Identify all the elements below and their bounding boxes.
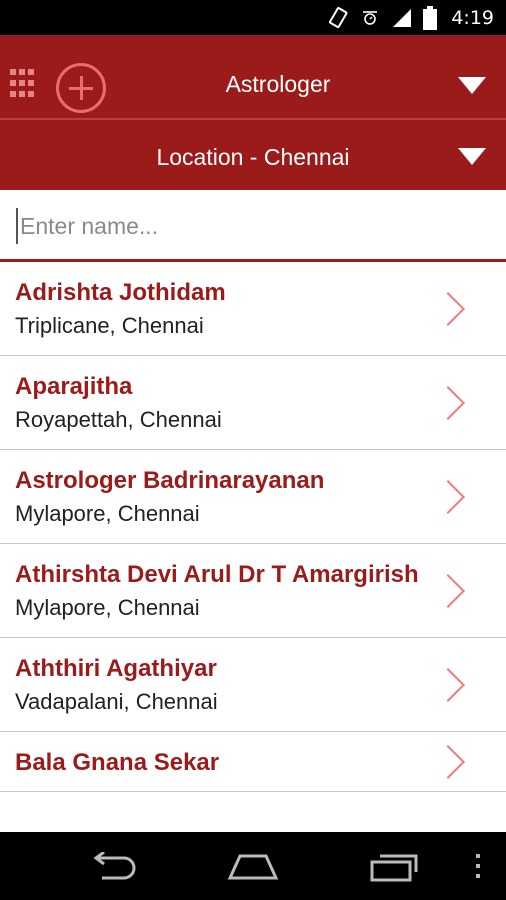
app-header: Astrologer	[0, 35, 506, 118]
item-location: Royapettah, Chennai	[15, 407, 222, 432]
back-icon[interactable]	[88, 850, 138, 885]
chevron-right-icon	[431, 667, 465, 702]
home-icon[interactable]	[226, 852, 280, 885]
chevron-right-icon	[431, 291, 465, 326]
chevron-right-icon	[431, 385, 465, 420]
alarm-icon	[359, 7, 381, 29]
item-name: Astrologer Badrinarayanan	[15, 467, 325, 494]
item-name: Aparajitha	[15, 373, 133, 400]
item-name: Adrishta Jothidam	[15, 279, 226, 306]
overflow-menu-icon[interactable]	[474, 852, 482, 885]
battery-icon	[423, 5, 438, 30]
item-name: Aththiri Agathiyar	[15, 655, 217, 682]
location-selector[interactable]: Location - Chennai	[60, 144, 446, 171]
item-location: Vadapalani, Chennai	[15, 689, 218, 714]
status-bar: 4:19	[0, 0, 506, 35]
location-dropdown-icon[interactable]	[458, 148, 486, 165]
location-bar: Location - Chennai	[0, 118, 506, 190]
chevron-right-icon	[431, 479, 465, 514]
item-name: Athirshta Devi Arul Dr T Amargirish	[15, 561, 419, 588]
list-item[interactable]: Astrologer Badrinarayanan Mylapore, Chen…	[0, 450, 506, 544]
category-selector[interactable]: Astrologer	[120, 71, 436, 98]
search-input[interactable]	[16, 208, 486, 244]
list-item[interactable]: Athirshta Devi Arul Dr T Amargirish Myla…	[0, 544, 506, 638]
item-name: Bala Gnana Sekar	[15, 749, 220, 776]
list-item[interactable]: Aparajitha Royapettah, Chennai	[0, 356, 506, 450]
list-item[interactable]: Adrishta Jothidam Triplicane, Chennai	[0, 262, 506, 356]
signal-icon	[391, 7, 413, 29]
item-location: Mylapore, Chennai	[15, 501, 200, 526]
results-list: Adrishta Jothidam Triplicane, Chennai Ap…	[0, 262, 506, 832]
item-location: Triplicane, Chennai	[15, 313, 204, 338]
grid-menu-icon[interactable]	[10, 69, 34, 103]
phone-vibrate-icon	[327, 6, 349, 29]
category-dropdown-icon[interactable]	[458, 77, 486, 94]
list-item[interactable]: Bala Gnana Sekar	[0, 732, 506, 792]
chevron-right-icon	[431, 744, 465, 779]
add-icon[interactable]	[56, 63, 106, 113]
list-item[interactable]: Aththiri Agathiyar Vadapalani, Chennai	[0, 638, 506, 732]
clock: 4:19	[451, 6, 494, 29]
search-bar	[0, 190, 506, 262]
recent-apps-icon[interactable]	[370, 852, 420, 887]
item-location: Mylapore, Chennai	[15, 595, 200, 620]
chevron-right-icon	[431, 573, 465, 608]
navigation-bar	[0, 832, 506, 900]
